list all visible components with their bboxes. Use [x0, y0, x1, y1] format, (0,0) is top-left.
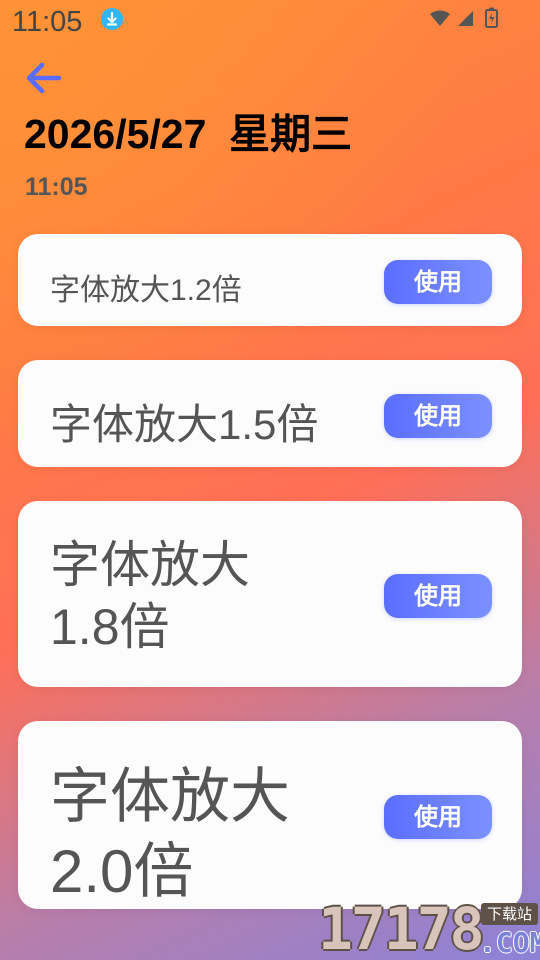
use-button[interactable]: 使用 [384, 260, 492, 304]
font-scale-label: 字体放大1.8倍 [50, 537, 250, 655]
font-scale-label: 字体放大1.2倍 [50, 274, 242, 307]
page-time: 11:05 [25, 173, 88, 201]
font-scale-label: 字体放大1.5倍 [50, 401, 319, 448]
status-time: 11:05 [12, 6, 83, 38]
status-bar: 11:05 [0, 0, 540, 44]
use-button[interactable]: 使用 [384, 574, 492, 618]
font-scale-option-1-2: 字体放大1.2倍 使用 [18, 234, 522, 326]
font-scale-option-1-8: 字体放大1.8倍 使用 [18, 501, 522, 687]
signal-icon [458, 11, 473, 26]
back-button[interactable] [22, 58, 64, 98]
battery-icon [485, 7, 498, 28]
wifi-icon [430, 10, 450, 26]
use-button[interactable]: 使用 [384, 394, 492, 438]
back-arrow-icon [26, 62, 62, 94]
font-scale-option-1-5: 字体放大1.5倍 使用 [18, 360, 522, 467]
watermark-logo: 17178 下载站 .COM [318, 899, 540, 960]
watermark-domain-text: .COM [479, 926, 540, 959]
page-date: 2026/5/27 星期三 [24, 111, 353, 157]
font-scale-label: 字体放大2.0倍 [50, 763, 290, 905]
font-scale-option-2-0: 字体放大2.0倍 使用 [18, 721, 522, 909]
watermark-main-text: 17178 [318, 899, 485, 960]
download-icon [101, 8, 123, 30]
watermark-tag: 下载站 [481, 903, 538, 925]
use-button[interactable]: 使用 [384, 795, 492, 839]
